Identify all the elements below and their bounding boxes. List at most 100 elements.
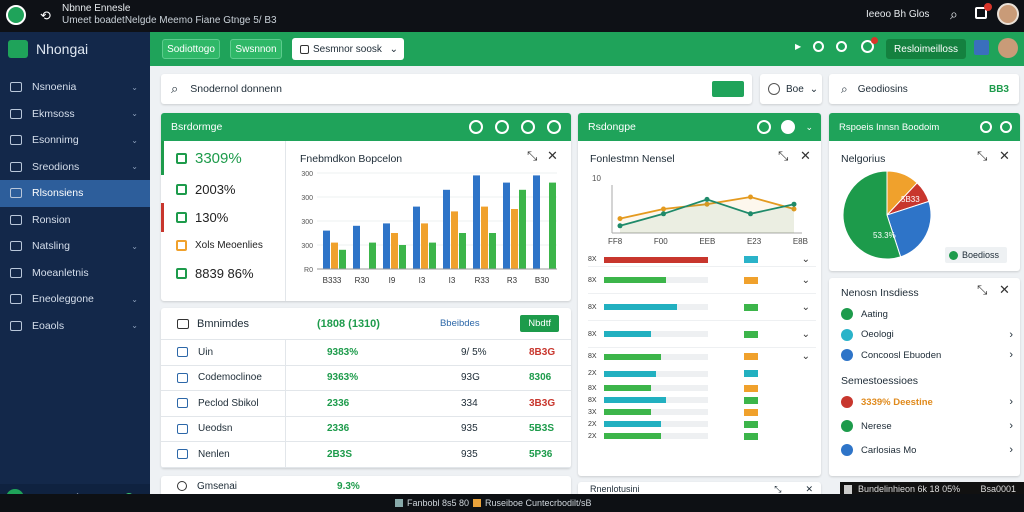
progress-row[interactable]: 8X ⌄ (588, 321, 816, 348)
kpi-item[interactable]: Xols Meoenlies (161, 232, 285, 258)
expand-icon[interactable]: ⤡ (778, 148, 788, 164)
progress-row[interactable]: 2X (588, 418, 816, 430)
filter-select[interactable]: Boe ⌄ (760, 74, 822, 104)
sidebar-item[interactable]: Sreodions ⌄ (0, 154, 150, 181)
chevron-down-icon[interactable]: ⌄ (802, 329, 810, 340)
progress-row[interactable]: 8X ⌄ (588, 267, 816, 294)
right-panel-title: Rspoeis Innsn Boodoim (839, 121, 940, 133)
search-input[interactable]: Snodernol donnenn (190, 83, 282, 95)
close-icon[interactable]: ✕ (800, 148, 811, 164)
profile-avatar[interactable] (998, 38, 1018, 58)
sidebar-item[interactable]: Rlsonsiens (0, 180, 150, 207)
table-row[interactable]: Peclod Sbikol 2336 334 3B3G (161, 391, 571, 417)
close-icon[interactable]: ✕ (999, 282, 1010, 298)
table-button[interactable]: Nbdtf (520, 315, 559, 332)
settings-icon[interactable] (495, 120, 509, 134)
expand-icon[interactable]: ⤡ (977, 148, 987, 164)
expand-icon[interactable] (547, 120, 561, 134)
progress-row[interactable]: 8X ⌄ (588, 348, 816, 365)
sidebar-item[interactable]: Moeanletnis (0, 260, 150, 287)
progress-row[interactable]: 8X (588, 394, 816, 406)
sidebar-item[interactable]: Ekmsoss ⌄ (0, 101, 150, 128)
list-item[interactable]: Aating (841, 304, 1013, 325)
sidebar-item[interactable]: Ronsion (0, 207, 150, 234)
toolbar-dropdown[interactable]: Sesmnor soosk ⌄ (292, 38, 404, 60)
table-row[interactable]: Nenlen 2B3S 935 5P36 (161, 442, 571, 468)
bar (533, 175, 540, 269)
table-title: Bmnimdes (197, 317, 249, 330)
play-icon[interactable]: ▶ (795, 42, 801, 51)
expand-icon[interactable]: ⤡ (527, 148, 537, 164)
user-icon[interactable] (974, 40, 989, 55)
chevron-right-icon[interactable]: › (1009, 396, 1013, 408)
play-icon[interactable] (781, 120, 796, 134)
close-icon[interactable]: ✕ (547, 148, 558, 164)
taskbar-item-1[interactable]: Fanbobl 8s5 80 (395, 498, 469, 508)
kpi-item[interactable]: 3309% (161, 141, 285, 175)
search-bar[interactable]: ⌕ Snodernol donnenn (161, 74, 752, 104)
expand-icon[interactable]: ⤡ (774, 484, 781, 495)
progress-row[interactable]: 2X (588, 430, 816, 442)
close-icon[interactable]: ✕ (999, 148, 1010, 164)
toolbar-button-1[interactable]: Sodiottogo (162, 39, 220, 59)
taskbar-item-2[interactable]: Ruseiboe Cuntecrbodilt/sB (473, 498, 592, 508)
chevron-down-icon[interactable]: ⌄ (802, 302, 810, 313)
settings-icon[interactable] (1000, 121, 1012, 133)
kpi-item[interactable]: 8839 86% (161, 258, 285, 288)
primary-action-button[interactable]: Resloimeilloss (886, 39, 966, 59)
table-row[interactable]: Codemoclinoe 9363% 93G 8306 (161, 365, 571, 391)
list-item[interactable]: 3339% Deestine › (841, 390, 1013, 414)
list-item[interactable]: Oeologi › (841, 325, 1013, 346)
x-tick-label: R30 (355, 276, 370, 285)
info-icon[interactable] (980, 121, 992, 133)
chevron-down-icon[interactable]: ⌄ (802, 351, 810, 362)
sidebar-item[interactable]: Eoaols ⌄ (0, 313, 150, 340)
search-icon[interactable]: ⌕ (950, 6, 958, 23)
avatar[interactable] (997, 3, 1019, 25)
nav-icon (10, 188, 22, 199)
list-item[interactable]: Concoosl Ebuoden › (841, 345, 1013, 366)
progress-row[interactable]: 8X ⌄ (588, 253, 816, 267)
progress-row[interactable]: 8X (588, 382, 816, 394)
secondary-search[interactable]: ⌕ Geodiosins BB3 (829, 74, 1019, 104)
chevron-right-icon[interactable]: › (1009, 349, 1013, 361)
chevron-right-icon[interactable]: › (1009, 420, 1013, 432)
progress-row[interactable]: 2X (588, 365, 816, 382)
kpi-item[interactable]: 2003% (161, 175, 285, 203)
chevron-down-icon[interactable]: ⌄ (802, 275, 810, 286)
list-item[interactable]: Nerese › (841, 414, 1013, 438)
sidebar-item-label: Esonnimg (32, 134, 79, 147)
chevron-down-icon[interactable]: ⌄ (802, 254, 810, 265)
list-item-icon (841, 349, 853, 362)
link-icon[interactable] (813, 41, 824, 52)
sidebar-item[interactable]: Esonnimg ⌄ (0, 127, 150, 154)
chat-icon[interactable] (836, 41, 847, 52)
table-link[interactable]: Bbeibdes (440, 318, 480, 329)
close-icon[interactable]: ✕ (805, 484, 813, 495)
progress-fill (604, 353, 662, 360)
list-item[interactable]: Carlosias Mo › (841, 438, 1013, 462)
sidebar-item[interactable]: Eneoleggone ⌄ (0, 286, 150, 313)
table-row[interactable]: Uin 9383% 9/ 5% 8B3G (161, 340, 571, 366)
filter-toggle[interactable] (712, 81, 744, 97)
progress-bar (604, 277, 708, 283)
expand-icon[interactable]: ⤡ (977, 282, 987, 298)
toolbar-button-2[interactable]: Swsnnon (230, 39, 282, 59)
chevron-down-icon[interactable]: ⌄ (805, 122, 813, 133)
refresh-icon[interactable] (521, 120, 535, 134)
chevron-right-icon[interactable]: › (1009, 329, 1013, 341)
table-row[interactable]: Ueodsn 2336 935 5B3S (161, 416, 571, 442)
refresh-icon[interactable] (757, 120, 772, 134)
sidebar-item[interactable]: Nsnoenia ⌄ (0, 74, 150, 101)
sidebar-item[interactable]: Natsling ⌄ (0, 233, 150, 260)
chevron-right-icon[interactable]: › (1009, 444, 1013, 456)
kpi-item[interactable]: 130% (161, 203, 285, 232)
progress-row[interactable]: 3X (588, 406, 816, 418)
refresh-icon[interactable]: ⟲ (40, 8, 51, 24)
window-title: Nbnne Ennesle (62, 3, 131, 14)
progress-row[interactable]: 8X ⌄ (588, 294, 816, 321)
x-tick-label: F00 (653, 237, 668, 246)
user-icon[interactable] (469, 120, 483, 134)
pie-button[interactable]: Boedioss (945, 247, 1007, 263)
sidebar-brand[interactable]: Nhongai (0, 32, 150, 66)
